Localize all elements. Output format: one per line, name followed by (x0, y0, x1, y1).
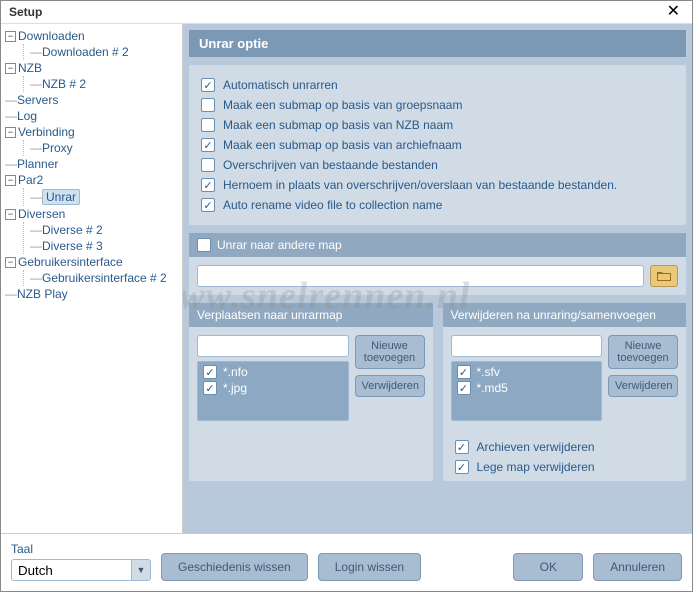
tree-dash-icon: — (5, 109, 15, 123)
move-list[interactable]: *.nfo *.jpg (197, 361, 349, 421)
tree-dash-icon: — (30, 141, 40, 155)
tree-toggle-icon[interactable]: − (5, 175, 16, 186)
list-item-check[interactable] (457, 365, 471, 379)
option-label: Auto rename video file to collection nam… (223, 198, 442, 212)
tree-item[interactable]: Diverse # 2 (42, 223, 103, 237)
remove-list[interactable]: *.sfv *.md5 (451, 361, 603, 421)
clear-history-button[interactable]: Geschiedenis wissen (161, 553, 308, 581)
option-check[interactable] (201, 158, 215, 172)
tree-item[interactable]: Servers (17, 93, 58, 107)
tree-item[interactable]: Unrar (42, 189, 80, 205)
chevron-down-icon[interactable]: ▼ (131, 559, 151, 581)
window-title: Setup (9, 5, 42, 19)
folder-icon (657, 270, 671, 282)
other-folder-panel: Unrar naar andere map (189, 233, 686, 295)
option-check[interactable] (201, 178, 215, 192)
clear-login-button[interactable]: Login wissen (318, 553, 421, 581)
tree-item[interactable]: Gebruikersinterface # 2 (42, 271, 167, 285)
tree-dash-icon: — (30, 271, 40, 285)
tree-item[interactable]: NZB Play (17, 287, 68, 301)
move-delete-button[interactable]: Verwijderen (355, 375, 425, 397)
remove-input[interactable] (451, 335, 603, 357)
tree-item[interactable]: Verbinding (18, 125, 75, 139)
options-group: Automatisch unrarren Maak een submap op b… (189, 65, 686, 225)
move-title: Verplaatsen naar unrarmap (189, 303, 433, 327)
tree-toggle-icon[interactable]: − (5, 31, 16, 42)
option-label: Maak een submap op basis van groepsnaam (223, 98, 462, 112)
tree-dash-icon: — (5, 157, 15, 171)
tree-view[interactable]: −Downloaden—Downloaden # 2−NZB—NZB # 2—S… (1, 24, 183, 533)
move-panel: Verplaatsen naar unrarmap *.nfo *.jpg Nie… (189, 303, 433, 481)
tree-dash-icon: — (30, 190, 40, 204)
language-combo[interactable]: ▼ (11, 559, 151, 581)
list-item-check[interactable] (203, 381, 217, 395)
tree-toggle-icon[interactable]: − (5, 257, 16, 268)
remove-add-button[interactable]: Nieuwe toevoegen (608, 335, 678, 369)
option-label: Maak een submap op basis van NZB naam (223, 118, 453, 132)
list-item-label: *.sfv (477, 365, 500, 379)
post-option-label: Lege map verwijderen (477, 460, 595, 474)
tree-item[interactable]: Planner (17, 157, 58, 171)
tree-item[interactable]: Downloaden (18, 29, 85, 43)
move-input[interactable] (197, 335, 349, 357)
tree-item[interactable]: Par2 (18, 173, 43, 187)
post-option-check[interactable] (455, 460, 469, 474)
tree-item[interactable]: Diverse # 3 (42, 239, 103, 253)
option-check[interactable] (201, 138, 215, 152)
post-options: Archieven verwijderen Lege map verwijdere… (443, 429, 687, 481)
post-option-label: Archieven verwijderen (477, 440, 595, 454)
content-pane: www.snelrennen.nl Unrar optie Automatisc… (183, 24, 692, 533)
tree-item[interactable]: Diversen (18, 207, 65, 221)
language-label: Taal (11, 542, 151, 556)
tree-item[interactable]: Gebruikersinterface (18, 255, 123, 269)
post-option-check[interactable] (455, 440, 469, 454)
tree-toggle-icon[interactable]: − (5, 63, 16, 74)
option-label: Hernoem in plaats van overschrijven/over… (223, 178, 617, 192)
tree-dash-icon: — (5, 287, 15, 301)
close-button[interactable]: ✕ (663, 4, 684, 20)
other-folder-check[interactable] (197, 238, 211, 252)
tree-dash-icon: — (30, 239, 40, 253)
language-input[interactable] (11, 559, 131, 581)
option-check[interactable] (201, 98, 215, 112)
tree-dash-icon: — (5, 93, 15, 107)
other-folder-path-input[interactable] (197, 265, 644, 287)
other-folder-label: Unrar naar andere map (217, 238, 342, 252)
remove-delete-button[interactable]: Verwijderen (608, 375, 678, 397)
list-item-check[interactable] (203, 365, 217, 379)
remove-title: Verwijderen na unraring/samenvoegen (443, 303, 687, 327)
tree-toggle-icon[interactable]: − (5, 127, 16, 138)
tree-dash-icon: — (30, 223, 40, 237)
panel-title: Unrar optie (189, 30, 686, 57)
browse-button[interactable] (650, 265, 678, 287)
option-label: Automatisch unrarren (223, 78, 338, 92)
tree-item[interactable]: Downloaden # 2 (42, 45, 129, 59)
ok-button[interactable]: OK (513, 553, 583, 581)
tree-item[interactable]: NZB # 2 (42, 77, 86, 91)
list-item-label: *.jpg (223, 381, 247, 395)
tree-item[interactable]: Log (17, 109, 37, 123)
tree-item[interactable]: NZB (18, 61, 42, 75)
move-add-button[interactable]: Nieuwe toevoegen (355, 335, 425, 369)
cancel-button[interactable]: Annuleren (593, 553, 682, 581)
option-check[interactable] (201, 118, 215, 132)
tree-item[interactable]: Proxy (42, 141, 73, 155)
option-label: Maak een submap op basis van archiefnaam (223, 138, 462, 152)
list-item-check[interactable] (457, 381, 471, 395)
tree-dash-icon: — (30, 77, 40, 91)
tree-toggle-icon[interactable]: − (5, 209, 16, 220)
option-check[interactable] (201, 198, 215, 212)
remove-panel: Verwijderen na unraring/samenvoegen *.sf… (443, 303, 687, 481)
option-label: Overschrijven van bestaande bestanden (223, 158, 438, 172)
list-item-label: *.md5 (477, 381, 508, 395)
option-check[interactable] (201, 78, 215, 92)
list-item-label: *.nfo (223, 365, 248, 379)
tree-dash-icon: — (30, 45, 40, 59)
